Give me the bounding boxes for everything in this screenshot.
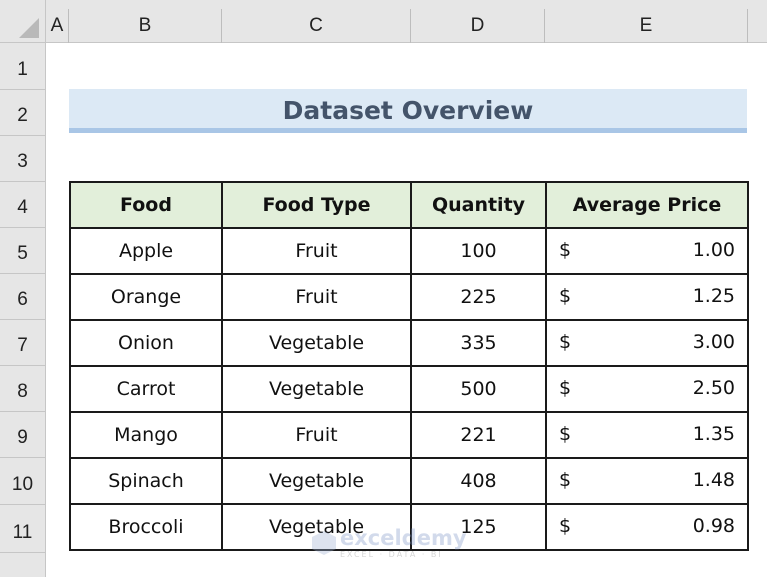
table-row: Mango Fruit 221 $1.35	[69, 411, 749, 459]
header-food[interactable]: Food	[69, 181, 223, 229]
select-all-triangle-icon	[19, 18, 39, 38]
column-header-c[interactable]: C	[222, 9, 411, 43]
cell-food-type[interactable]: Fruit	[221, 273, 412, 321]
row-header-7[interactable]: 7	[0, 320, 46, 366]
cell-food-type[interactable]: Vegetable	[221, 319, 412, 367]
row-number: 10	[11, 474, 34, 495]
row-header-10[interactable]: 10	[0, 458, 46, 505]
cell-food-type[interactable]: Vegetable	[221, 503, 412, 551]
row-header-4[interactable]: 4	[0, 182, 46, 228]
row-header-2[interactable]: 2	[0, 90, 46, 136]
cell-food[interactable]: Broccoli	[69, 503, 223, 551]
currency-symbol: $	[559, 515, 572, 537]
cell-average-price[interactable]: $1.35	[545, 411, 749, 459]
cell-average-price[interactable]: $1.48	[545, 457, 749, 505]
cell-average-price[interactable]: $1.00	[545, 227, 749, 275]
row-header-9[interactable]: 9	[0, 412, 46, 458]
column-header-a[interactable]: A	[46, 9, 69, 43]
row-header-3[interactable]: 3	[0, 136, 46, 182]
currency-symbol: $	[559, 377, 572, 399]
cell-quantity[interactable]: 335	[410, 319, 547, 367]
cell-quantity[interactable]: 500	[410, 365, 547, 413]
cell-average-price[interactable]: $2.50	[545, 365, 749, 413]
row-number: 2	[17, 105, 28, 126]
currency-symbol: $	[559, 285, 572, 307]
table-row: Apple Fruit 100 $1.00	[69, 227, 749, 275]
column-header-bar: A B C D E	[46, 0, 767, 43]
cell-food[interactable]: Orange	[69, 273, 223, 321]
row-header-8[interactable]: 8	[0, 366, 46, 412]
price-value: 1.48	[692, 469, 735, 491]
cell-food-type[interactable]: Fruit	[221, 227, 412, 275]
cell-quantity[interactable]: 408	[410, 457, 547, 505]
row-header-12-partial[interactable]	[0, 553, 46, 577]
cell-average-price[interactable]: $0.98	[545, 503, 749, 551]
row-number: 6	[17, 289, 28, 310]
cell-quantity[interactable]: 100	[410, 227, 547, 275]
header-average-price[interactable]: Average Price	[545, 181, 749, 229]
cell-food-type[interactable]: Vegetable	[221, 365, 412, 413]
dataset-table: Food Food Type Quantity Average Price Ap…	[69, 181, 749, 551]
cell-average-price[interactable]: $1.25	[545, 273, 749, 321]
header-quantity[interactable]: Quantity	[410, 181, 547, 229]
table-row: Orange Fruit 225 $1.25	[69, 273, 749, 321]
price-value: 1.25	[692, 285, 735, 307]
row-header-5[interactable]: 5	[0, 228, 46, 274]
table-row: Spinach Vegetable 408 $1.48	[69, 457, 749, 505]
row-number: 9	[17, 427, 28, 448]
row-number: 3	[17, 151, 28, 172]
table-row: Broccoli Vegetable 125 $0.98	[69, 503, 749, 551]
watermark-tagline: EXCEL · DATA · BI	[340, 550, 443, 559]
row-number: 1	[17, 59, 28, 80]
select-all-corner[interactable]	[0, 0, 46, 43]
cell-quantity[interactable]: 221	[410, 411, 547, 459]
currency-symbol: $	[559, 331, 572, 353]
cell-quantity[interactable]: 225	[410, 273, 547, 321]
table-row: Carrot Vegetable 500 $2.50	[69, 365, 749, 413]
row-number: 7	[17, 335, 28, 356]
cell-food[interactable]: Carrot	[69, 365, 223, 413]
row-header-6[interactable]: 6	[0, 274, 46, 320]
currency-symbol: $	[559, 239, 572, 261]
table-header-row: Food Food Type Quantity Average Price	[69, 181, 749, 229]
row-number: 4	[17, 197, 28, 218]
cell-food[interactable]: Mango	[69, 411, 223, 459]
cell-quantity[interactable]: 125	[410, 503, 547, 551]
cell-food[interactable]: Onion	[69, 319, 223, 367]
price-value: 3.00	[692, 331, 735, 353]
table-row: Onion Vegetable 335 $3.00	[69, 319, 749, 367]
price-value: 1.00	[692, 239, 735, 261]
header-food-type[interactable]: Food Type	[221, 181, 412, 229]
row-header-11[interactable]: 11	[0, 505, 46, 553]
cell-food-type[interactable]: Vegetable	[221, 457, 412, 505]
cell-average-price[interactable]: $3.00	[545, 319, 749, 367]
cell-food-type[interactable]: Fruit	[221, 411, 412, 459]
price-value: 2.50	[692, 377, 735, 399]
row-header-1[interactable]: 1	[0, 43, 46, 90]
column-header-b[interactable]: B	[69, 9, 222, 43]
row-number: 8	[17, 381, 28, 402]
cell-food[interactable]: Apple	[69, 227, 223, 275]
cell-food[interactable]: Spinach	[69, 457, 223, 505]
price-value: 0.98	[692, 515, 735, 537]
row-number: 11	[12, 522, 33, 543]
dataset-title[interactable]: Dataset Overview	[69, 89, 747, 133]
currency-symbol: $	[559, 469, 572, 491]
price-value: 1.35	[692, 423, 735, 445]
column-header-d[interactable]: D	[411, 9, 545, 43]
column-header-e[interactable]: E	[545, 9, 748, 43]
row-number: 5	[17, 243, 28, 264]
currency-symbol: $	[559, 423, 572, 445]
